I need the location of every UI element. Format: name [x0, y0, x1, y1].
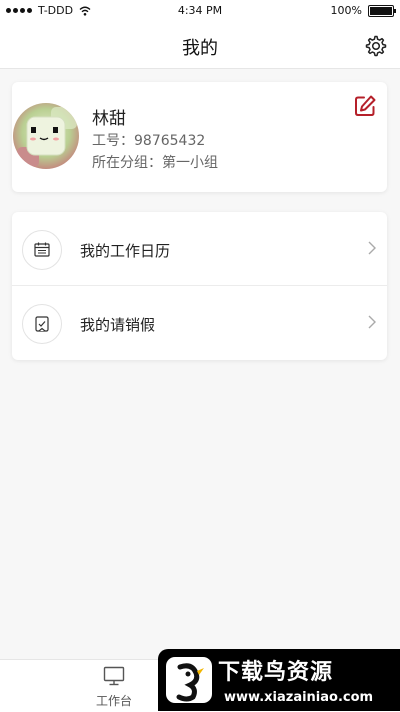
status-right: 100% [330, 4, 396, 17]
battery-icon [368, 4, 396, 17]
menu-item-work-calendar[interactable]: 我的工作日历 [12, 212, 387, 285]
menu-icon-container [22, 230, 62, 270]
avatar-image [13, 103, 79, 169]
monitor-icon [103, 666, 125, 686]
group-label: 所在分组：第一小组 [92, 155, 218, 171]
watermark-overlay: 下载鸟资源 www.xiazainiao.com [158, 649, 400, 711]
battery-percent: 100% [330, 4, 362, 17]
chevron-right-icon [368, 315, 376, 329]
tab-workbench[interactable]: 工作台 [84, 666, 144, 709]
menu-icon-container [22, 304, 62, 344]
watermark-logo-icon [166, 657, 212, 703]
settings-gear-icon[interactable] [364, 34, 388, 58]
battery-fill [370, 6, 392, 15]
calendar-icon [34, 242, 50, 257]
chevron-right-icon [368, 241, 376, 255]
profile-card[interactable]: 林甜 工号：98765432 所在分组：第一小组 [12, 82, 387, 192]
menu-card: 我的工作日历 我的请销假 [12, 212, 387, 360]
status-bar: T-DDD 4:34 PM 100% [0, 0, 400, 22]
nav-bar: 我的 [0, 22, 400, 69]
tab-label: 工作台 [95, 694, 132, 708]
employee-id: 工号：98765432 [92, 133, 206, 149]
menu-item-leave-request[interactable]: 我的请销假 [12, 285, 387, 359]
leave-icon [35, 316, 49, 332]
edit-icon[interactable] [353, 94, 377, 118]
profile-name: 林甜 [92, 109, 126, 129]
page-title: 我的 [182, 38, 218, 59]
watermark-title: 下载鸟资源 [218, 660, 334, 685]
watermark-url: www.xiazainiao.com [224, 690, 374, 705]
menu-label: 我的工作日历 [80, 242, 171, 260]
avatar[interactable] [13, 103, 79, 169]
menu-label: 我的请销假 [80, 316, 156, 334]
